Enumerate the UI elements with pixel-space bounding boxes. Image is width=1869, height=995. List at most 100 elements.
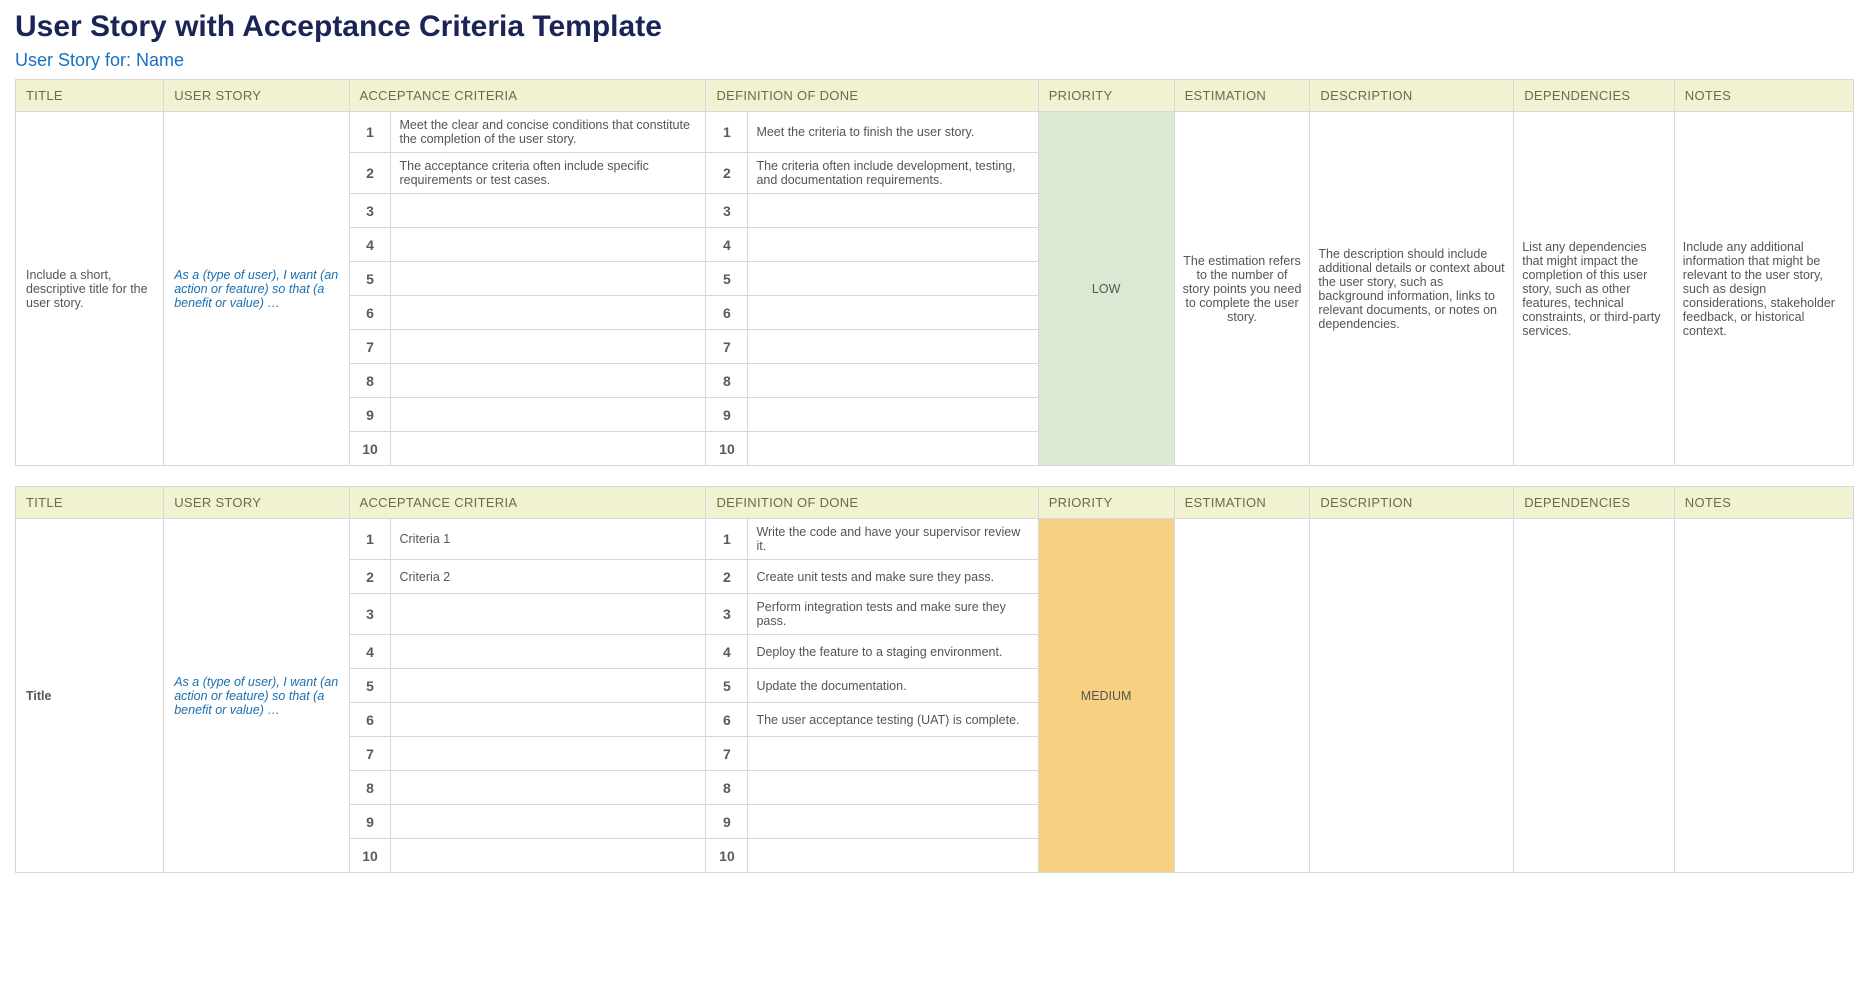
dod-number: 1 bbox=[706, 519, 748, 560]
estimation-cell[interactable] bbox=[1174, 519, 1310, 873]
definition-of-done-cell[interactable] bbox=[748, 805, 1038, 839]
dod-number: 7 bbox=[706, 330, 748, 364]
header-dependencies: DEPENDENCIES bbox=[1514, 80, 1675, 112]
header-acceptance-criteria: ACCEPTANCE CRITERIA bbox=[349, 487, 706, 519]
acceptance-criteria-cell[interactable] bbox=[391, 194, 706, 228]
acceptance-criteria-cell[interactable] bbox=[391, 262, 706, 296]
definition-of-done-cell[interactable]: Meet the criteria to finish the user sto… bbox=[748, 112, 1038, 153]
dod-number: 8 bbox=[706, 364, 748, 398]
header-priority: PRIORITY bbox=[1038, 487, 1174, 519]
definition-of-done-cell[interactable]: Update the documentation. bbox=[748, 669, 1038, 703]
ac-number: 2 bbox=[349, 560, 391, 594]
dod-number: 4 bbox=[706, 635, 748, 669]
dod-number: 6 bbox=[706, 296, 748, 330]
header-user-story: USER STORY bbox=[164, 487, 349, 519]
definition-of-done-cell[interactable] bbox=[748, 839, 1038, 873]
acceptance-criteria-cell[interactable]: Criteria 2 bbox=[391, 560, 706, 594]
definition-of-done-cell[interactable] bbox=[748, 432, 1038, 466]
acceptance-criteria-cell[interactable] bbox=[391, 669, 706, 703]
definition-of-done-cell[interactable] bbox=[748, 771, 1038, 805]
acceptance-criteria-cell[interactable] bbox=[391, 432, 706, 466]
ac-number: 2 bbox=[349, 153, 391, 194]
acceptance-criteria-cell[interactable] bbox=[391, 839, 706, 873]
acceptance-criteria-cell[interactable] bbox=[391, 330, 706, 364]
acceptance-criteria-cell[interactable] bbox=[391, 594, 706, 635]
ac-number: 4 bbox=[349, 635, 391, 669]
ac-number: 10 bbox=[349, 432, 391, 466]
definition-of-done-cell[interactable] bbox=[748, 398, 1038, 432]
dod-number: 6 bbox=[706, 703, 748, 737]
ac-number: 5 bbox=[349, 262, 391, 296]
dod-number: 8 bbox=[706, 771, 748, 805]
acceptance-criteria-cell[interactable]: Criteria 1 bbox=[391, 519, 706, 560]
dod-number: 5 bbox=[706, 262, 748, 296]
acceptance-criteria-cell[interactable]: Meet the clear and concise conditions th… bbox=[391, 112, 706, 153]
header-description: DESCRIPTION bbox=[1310, 487, 1514, 519]
acceptance-criteria-cell[interactable]: The acceptance criteria often include sp… bbox=[391, 153, 706, 194]
ac-number: 7 bbox=[349, 737, 391, 771]
ac-number: 9 bbox=[349, 398, 391, 432]
definition-of-done-cell[interactable]: Deploy the feature to a staging environm… bbox=[748, 635, 1038, 669]
acceptance-criteria-cell[interactable] bbox=[391, 398, 706, 432]
ac-number: 9 bbox=[349, 805, 391, 839]
header-user-story: USER STORY bbox=[164, 80, 349, 112]
definition-of-done-cell[interactable]: The user acceptance testing (UAT) is com… bbox=[748, 703, 1038, 737]
dod-number: 5 bbox=[706, 669, 748, 703]
priority-cell: LOW bbox=[1038, 112, 1174, 466]
definition-of-done-cell[interactable] bbox=[748, 364, 1038, 398]
header-acceptance-criteria: ACCEPTANCE CRITERIA bbox=[349, 80, 706, 112]
description-cell[interactable] bbox=[1310, 519, 1514, 873]
dod-number: 10 bbox=[706, 839, 748, 873]
definition-of-done-cell[interactable] bbox=[748, 737, 1038, 771]
header-notes: NOTES bbox=[1674, 487, 1853, 519]
header-title: TITLE bbox=[16, 80, 164, 112]
story-block: TITLE USER STORY ACCEPTANCE CRITERIA DEF… bbox=[15, 79, 1854, 466]
definition-of-done-cell[interactable]: Create unit tests and make sure they pas… bbox=[748, 560, 1038, 594]
description-cell[interactable]: The description should include additiona… bbox=[1310, 112, 1514, 466]
priority-cell: MEDIUM bbox=[1038, 519, 1174, 873]
header-description: DESCRIPTION bbox=[1310, 80, 1514, 112]
dependencies-cell[interactable] bbox=[1514, 519, 1675, 873]
dod-number: 1 bbox=[706, 112, 748, 153]
acceptance-criteria-cell[interactable] bbox=[391, 737, 706, 771]
acceptance-criteria-cell[interactable] bbox=[391, 635, 706, 669]
dod-number: 3 bbox=[706, 194, 748, 228]
acceptance-criteria-cell[interactable] bbox=[391, 771, 706, 805]
estimation-cell[interactable]: The estimation refers to the number of s… bbox=[1174, 112, 1310, 466]
definition-of-done-cell[interactable] bbox=[748, 296, 1038, 330]
ac-number: 4 bbox=[349, 228, 391, 262]
page-title: User Story with Acceptance Criteria Temp… bbox=[15, 10, 1854, 44]
dod-number: 10 bbox=[706, 432, 748, 466]
acceptance-criteria-cell[interactable] bbox=[391, 703, 706, 737]
acceptance-criteria-cell[interactable] bbox=[391, 805, 706, 839]
dod-number: 2 bbox=[706, 153, 748, 194]
ac-number: 7 bbox=[349, 330, 391, 364]
header-estimation: ESTIMATION bbox=[1174, 80, 1310, 112]
definition-of-done-cell[interactable]: Perform integration tests and make sure … bbox=[748, 594, 1038, 635]
acceptance-criteria-cell[interactable] bbox=[391, 296, 706, 330]
ac-number: 5 bbox=[349, 669, 391, 703]
user-story-text: As a (type of user), I want (an action o… bbox=[164, 519, 349, 873]
dod-number: 3 bbox=[706, 594, 748, 635]
definition-of-done-cell[interactable] bbox=[748, 330, 1038, 364]
definition-of-done-cell[interactable]: The criteria often include development, … bbox=[748, 153, 1038, 194]
dod-number: 9 bbox=[706, 398, 748, 432]
definition-of-done-cell[interactable] bbox=[748, 228, 1038, 262]
header-estimation: ESTIMATION bbox=[1174, 487, 1310, 519]
ac-number: 10 bbox=[349, 839, 391, 873]
dependencies-cell[interactable]: List any dependencies that might impact … bbox=[1514, 112, 1675, 466]
definition-of-done-cell[interactable] bbox=[748, 262, 1038, 296]
ac-number: 3 bbox=[349, 594, 391, 635]
definition-of-done-cell[interactable] bbox=[748, 194, 1038, 228]
acceptance-criteria-cell[interactable] bbox=[391, 228, 706, 262]
definition-of-done-cell[interactable]: Write the code and have your supervisor … bbox=[748, 519, 1038, 560]
notes-cell[interactable]: Include any additional information that … bbox=[1674, 112, 1853, 466]
ac-number: 1 bbox=[349, 112, 391, 153]
acceptance-criteria-cell[interactable] bbox=[391, 364, 706, 398]
dod-number: 4 bbox=[706, 228, 748, 262]
notes-cell[interactable] bbox=[1674, 519, 1853, 873]
story-title: Include a short, descriptive title for t… bbox=[16, 112, 164, 466]
ac-number: 8 bbox=[349, 771, 391, 805]
dod-number: 9 bbox=[706, 805, 748, 839]
ac-number: 1 bbox=[349, 519, 391, 560]
